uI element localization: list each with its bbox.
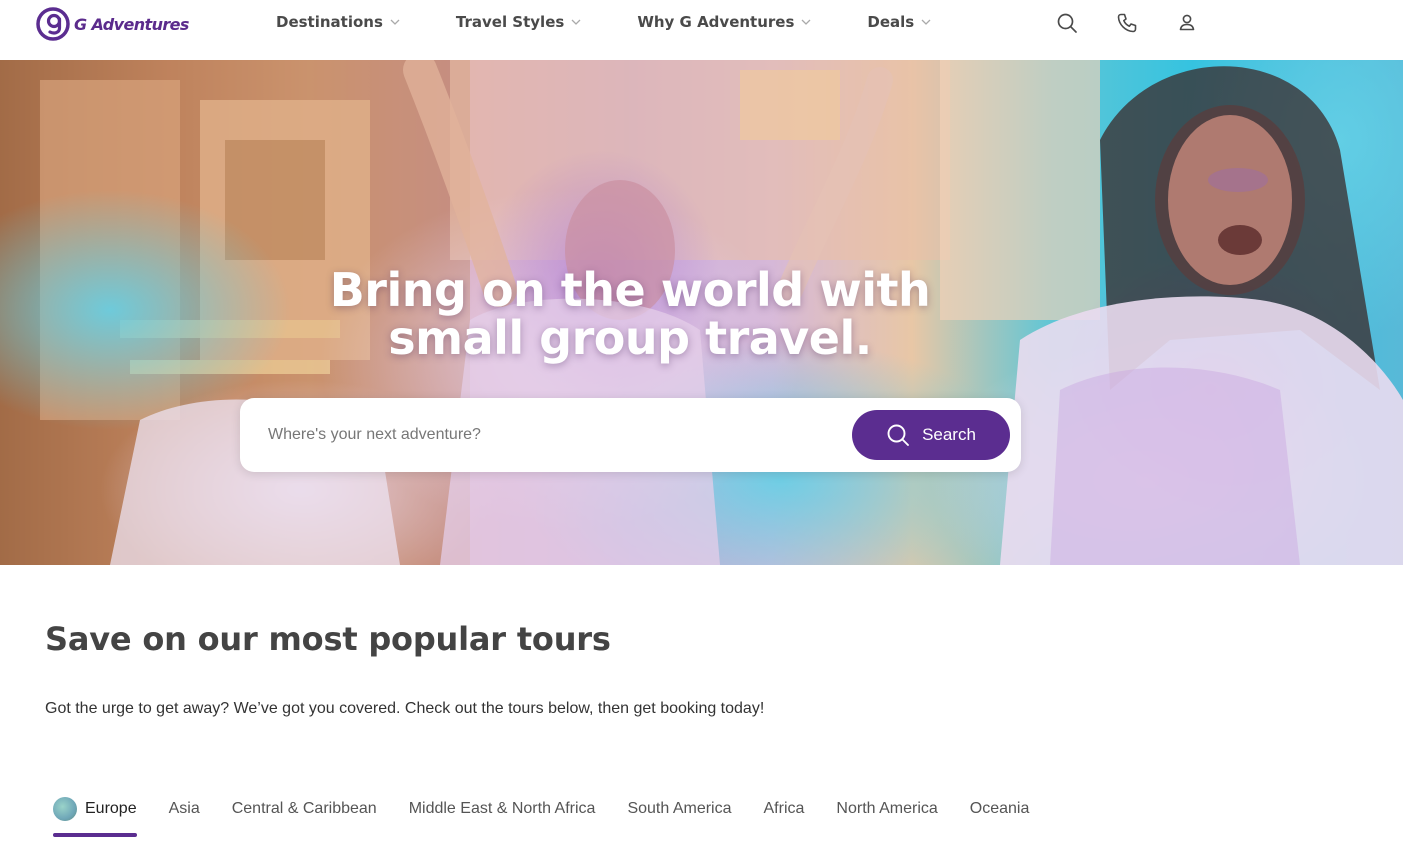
- tab-africa[interactable]: Africa: [764, 795, 805, 823]
- section-title: Save on our most popular tours: [45, 620, 611, 658]
- search-icon[interactable]: [1056, 12, 1078, 34]
- hero-headline: Bring on the world with small group trav…: [0, 266, 1260, 362]
- tab-north-america[interactable]: North America: [836, 795, 937, 823]
- user-icon[interactable]: [1176, 12, 1198, 34]
- nav-destinations[interactable]: Destinations: [276, 13, 400, 31]
- trip-search-input[interactable]: [268, 420, 828, 450]
- nav-item-label: Destinations: [276, 13, 383, 31]
- nav-item-label: Travel Styles: [455, 13, 565, 31]
- nav-travel-styles[interactable]: Travel Styles: [456, 13, 581, 31]
- tab-europe[interactable]: Europe: [53, 795, 137, 837]
- brand-name: G Adventures: [74, 14, 189, 34]
- trip-search-box: Search: [240, 398, 1021, 472]
- chevron-down-icon: [390, 19, 400, 25]
- nav-item-label: Why G Adventures: [637, 13, 795, 31]
- chevron-down-icon: [921, 19, 931, 25]
- tab-label: Oceania: [969, 800, 1030, 817]
- nav-item-label: Deals: [867, 13, 915, 31]
- nav-why-g-adventures[interactable]: Why G Adventures: [637, 13, 811, 31]
- nav-deals[interactable]: Deals: [867, 13, 931, 31]
- nav-utility-icons: [1056, 12, 1198, 34]
- main-menu: Destinations Travel Styles Why G Adventu…: [276, 13, 931, 31]
- search-button[interactable]: Search: [852, 410, 1010, 460]
- brand-logo[interactable]: G Adventures: [36, 7, 189, 41]
- tab-label: Asia: [168, 800, 200, 817]
- hero-headline-line1: Bring on the world with: [329, 263, 931, 317]
- tab-label: Africa: [763, 800, 805, 817]
- tab-label: Europe: [85, 800, 137, 817]
- tab-south-america[interactable]: South America: [627, 795, 731, 823]
- top-navigation: G Adventures Destinations Travel Styles …: [0, 0, 1403, 60]
- section-description: Got the urge to get away? We’ve got you …: [45, 700, 765, 717]
- hero-headline-line2: small group travel.: [388, 311, 872, 365]
- tab-label: North America: [836, 800, 938, 817]
- tab-oceania[interactable]: Oceania: [970, 795, 1030, 823]
- tab-middle-east-north-africa[interactable]: Middle East & North Africa: [409, 795, 596, 823]
- tab-label: South America: [627, 800, 732, 817]
- hero-banner: Bring on the world with small group trav…: [0, 60, 1403, 565]
- tab-asia[interactable]: Asia: [169, 795, 200, 823]
- search-icon: [887, 424, 910, 446]
- tab-label: Central & Caribbean: [231, 800, 377, 817]
- tab-label: Middle East & North Africa: [408, 800, 596, 817]
- region-tabs: Europe Asia Central & Caribbean Middle E…: [53, 795, 1061, 837]
- chevron-down-icon: [801, 19, 811, 25]
- phone-icon[interactable]: [1116, 12, 1138, 34]
- tab-central-caribbean[interactable]: Central & Caribbean: [232, 795, 377, 823]
- search-button-label: Search: [922, 425, 976, 444]
- g-logo-icon: [36, 7, 70, 41]
- europe-thumbnail-icon: [53, 797, 77, 821]
- chevron-down-icon: [571, 19, 581, 25]
